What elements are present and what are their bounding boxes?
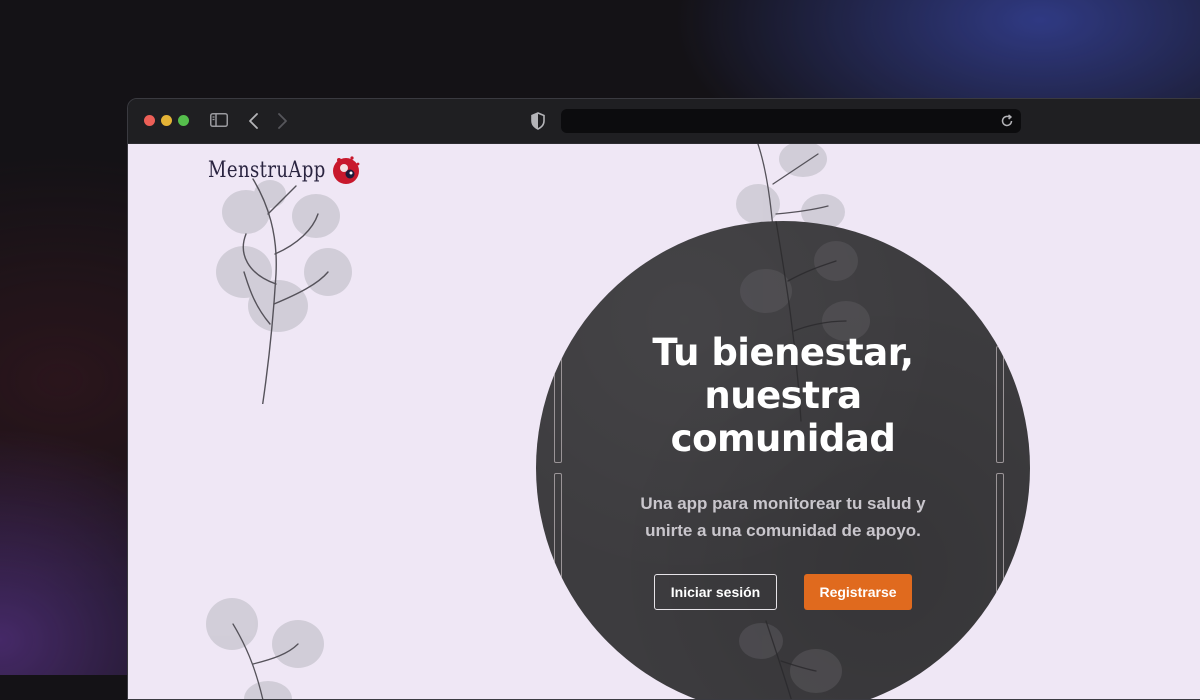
hero-subtitle-line: Una app para monitorear tu salud y <box>640 494 926 513</box>
hero-title-line: nuestra <box>704 374 862 417</box>
register-button[interactable]: Registrarse <box>804 574 912 610</box>
reload-icon[interactable] <box>999 113 1015 129</box>
close-window-button[interactable] <box>144 115 155 126</box>
eucalyptus-branch-illustration-bottom <box>206 598 324 699</box>
red-blob-logo-icon <box>332 156 359 184</box>
hero-circle: Tu bienestar, nuestra comunidad Una app … <box>536 221 1030 699</box>
eucalyptus-branch-illustration <box>216 178 352 404</box>
brand-name: MenstruApp <box>208 157 326 183</box>
landing-page: MenstruApp Tu bienestar, nuestra comunid… <box>128 144 1200 699</box>
hero-subtitle-line: unirte a una comunidad de apoyo. <box>645 521 921 540</box>
minimize-window-button[interactable] <box>161 115 172 126</box>
sidebar-toggle-icon[interactable] <box>210 113 228 127</box>
shield-icon[interactable] <box>530 111 546 131</box>
browser-toolbar <box>128 99 1200 144</box>
forward-arrow-icon[interactable] <box>274 111 290 131</box>
hero-content: Tu bienestar, nuestra comunidad Una app … <box>536 331 1030 610</box>
maximize-window-button[interactable] <box>178 115 189 126</box>
address-bar[interactable] <box>561 109 1021 133</box>
login-button[interactable]: Iniciar sesión <box>654 574 777 610</box>
brand-logo[interactable]: MenstruApp <box>208 154 362 186</box>
hero-title: Tu bienestar, nuestra comunidad <box>536 331 1030 460</box>
hero-title-line: Tu bienestar, <box>652 331 914 374</box>
browser-window: MenstruApp Tu bienestar, nuestra comunid… <box>127 98 1200 700</box>
hero-buttons: Iniciar sesión Registrarse <box>536 574 1030 610</box>
hero-subtitle: Una app para monitorear tu salud y unirt… <box>613 490 953 544</box>
back-arrow-icon[interactable] <box>246 111 262 131</box>
hero-title-line: comunidad <box>670 417 896 460</box>
